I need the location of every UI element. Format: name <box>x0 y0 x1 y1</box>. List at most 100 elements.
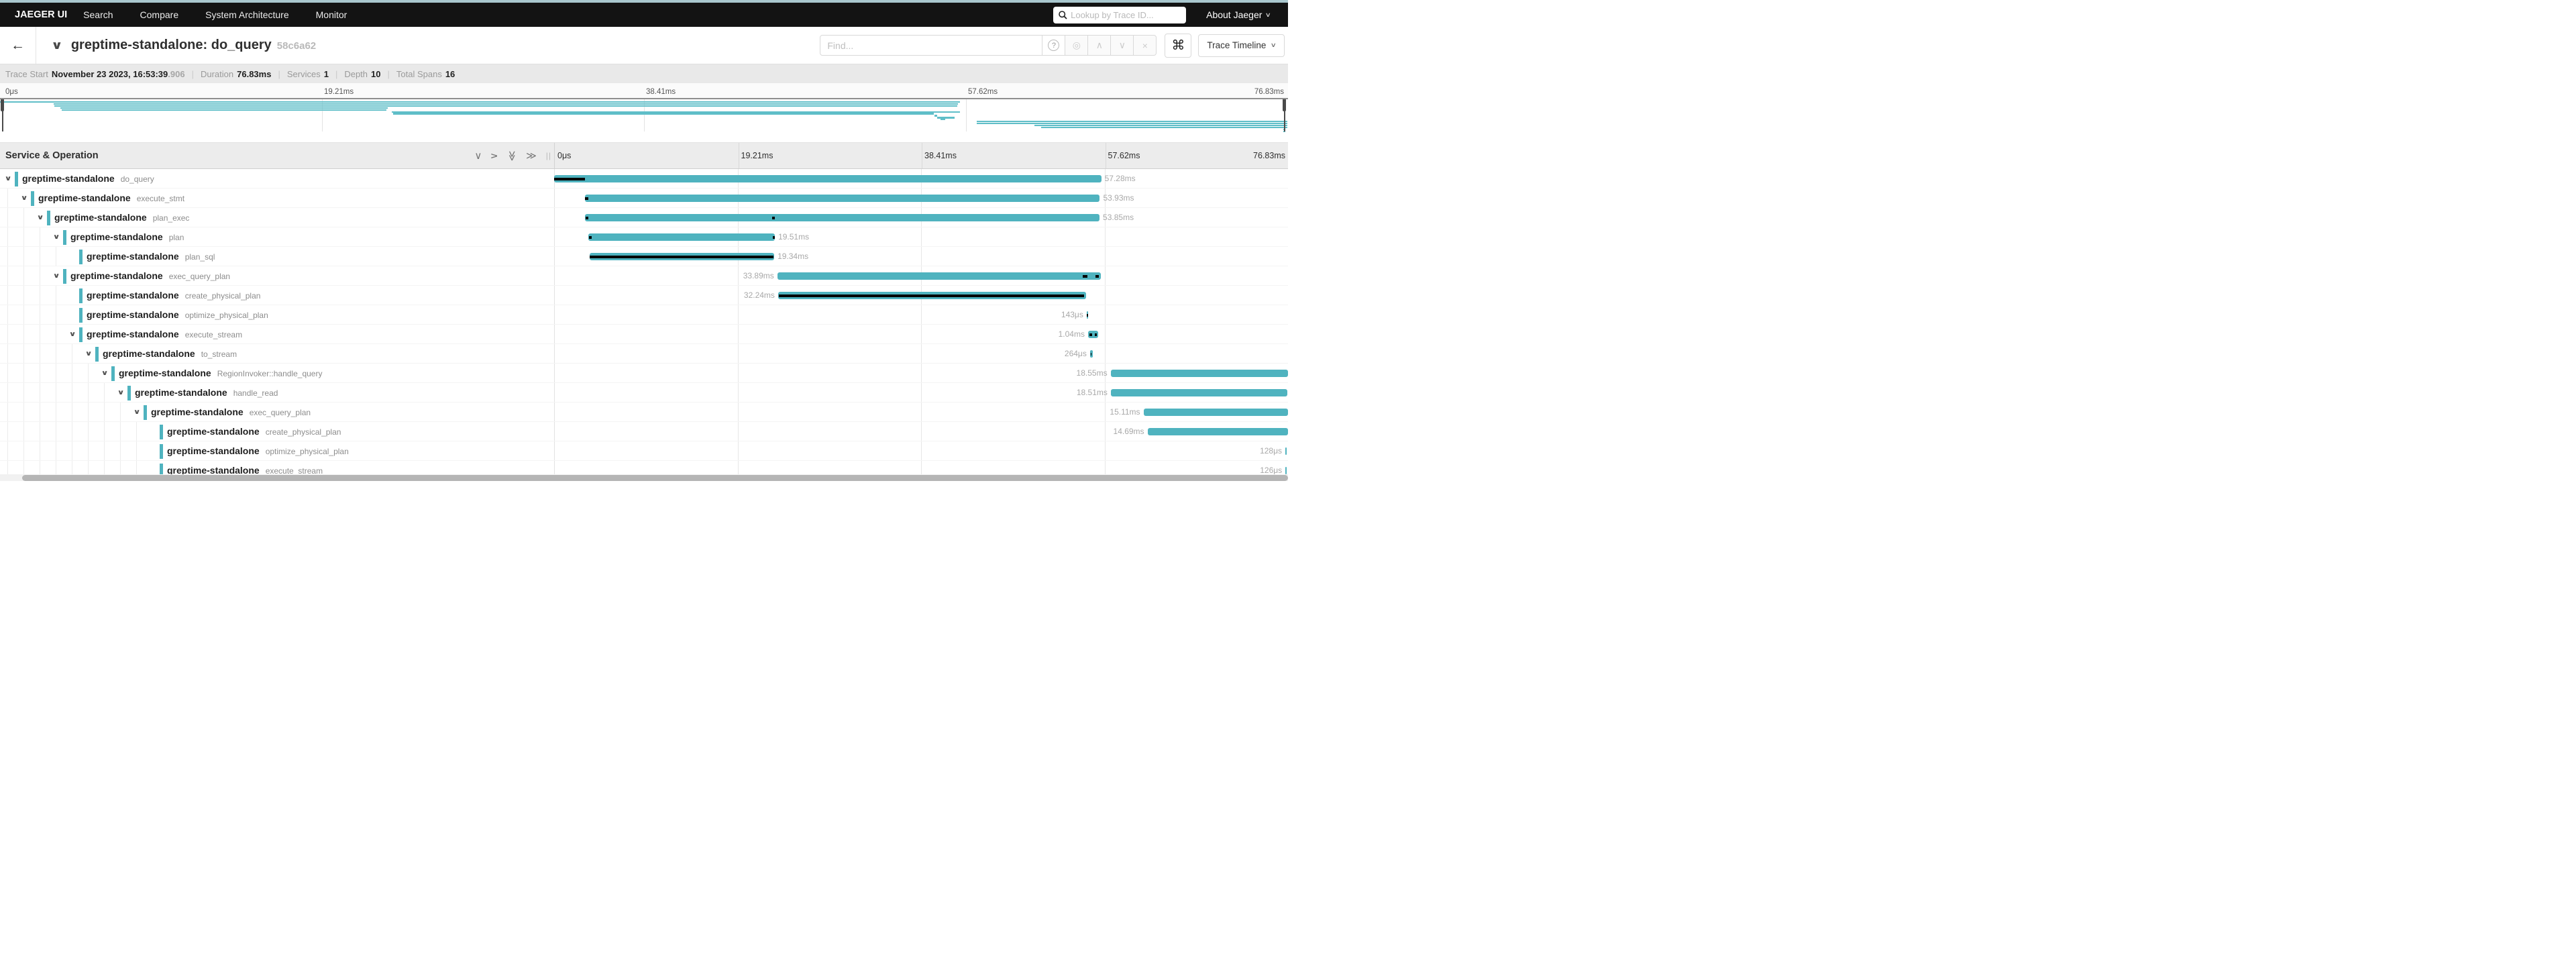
indent-guide <box>120 403 121 421</box>
indent-guide <box>88 422 89 441</box>
span-row[interactable]: greptime-standaloneexecute_stream126μs <box>0 461 1288 474</box>
indent-guide <box>104 403 105 421</box>
span-row[interactable]: ∨ greptime-standaloneRegionInvoker::handl… <box>0 364 1288 383</box>
service-color-bar <box>95 347 99 362</box>
collapse-one-icon[interactable]: ∨ <box>474 151 482 161</box>
span-row[interactable]: ∨greptime-standaloneplan_exec53.85ms <box>0 208 1288 227</box>
span-service-name[interactable]: greptime-standalonecreate_physical_plan <box>167 422 341 442</box>
span-row[interactable]: greptime-standaloneoptimize_physical_pla… <box>0 441 1288 461</box>
span-row[interactable]: ∨greptime-standalonedo_query57.28ms <box>0 169 1288 189</box>
span-service-name[interactable]: greptime-standaloneexecute_stream <box>87 325 242 345</box>
span-collapse-chevron-icon[interactable]: ∨ <box>37 208 44 227</box>
find-help-button[interactable]: ? <box>1042 35 1065 56</box>
span-service-name[interactable]: greptime-standaloneexec_query_plan <box>151 403 311 423</box>
span-collapse-chevron-icon[interactable]: ∨ <box>85 344 93 364</box>
span-collapse-chevron-icon[interactable]: ∨ <box>53 266 60 286</box>
span-row[interactable]: greptime-standalonecreate_physical_plan1… <box>0 422 1288 441</box>
about-jaeger-menu[interactable]: About Jaeger ∨ <box>1206 9 1271 20</box>
span-duration-bar[interactable] <box>1144 409 1288 416</box>
jaeger-logo[interactable]: JAEGER UI <box>0 9 83 20</box>
minimap-left-scrubber[interactable] <box>2 99 3 131</box>
span-service-name[interactable]: greptime-standaloneoptimize_physical_pla… <box>87 305 268 325</box>
span-service-name[interactable]: greptime-standalonehandle_read <box>135 383 278 403</box>
trace-lookup-input[interactable] <box>1071 10 1181 20</box>
find-focus-button[interactable]: ◎ <box>1065 35 1088 56</box>
span-duration-bar[interactable] <box>554 175 1102 182</box>
span-duration-bar[interactable] <box>1285 447 1287 455</box>
span-collapse-chevron-icon[interactable]: ∨ <box>101 364 109 383</box>
span-row[interactable]: ∨greptime-standaloneexec_query_plan33.89… <box>0 266 1288 286</box>
service-color-bar <box>63 269 66 284</box>
span-row[interactable]: ∨greptime-standaloneexecute_stream1.04ms <box>0 325 1288 344</box>
nav-link-compare[interactable]: Compare <box>140 9 179 20</box>
span-operation-name: handle_read <box>233 388 278 398</box>
span-service-name[interactable]: greptime-standaloneplan <box>70 227 184 248</box>
span-row[interactable]: greptime-standaloneoptimize_physical_pla… <box>0 305 1288 325</box>
span-operation-name: execute_stmt <box>137 194 184 203</box>
back-button[interactable]: ← <box>0 27 36 64</box>
span-duration-bar[interactable] <box>1148 428 1288 435</box>
trace-minimap[interactable] <box>0 98 1288 131</box>
find-prev-button[interactable]: ∧ <box>1088 35 1111 56</box>
span-collapse-chevron-icon[interactable]: ∨ <box>133 403 141 422</box>
span-row[interactable]: ∨greptime-standaloneplan19.51ms <box>0 227 1288 247</box>
collapse-all-icon[interactable]: ≫ <box>507 150 517 161</box>
span-collapse-chevron-icon[interactable]: ∨ <box>21 189 28 208</box>
span-service-name[interactable]: greptime-standaloneplan_sql <box>87 247 215 267</box>
critical-path-segment <box>779 295 1084 298</box>
indent-guide <box>88 364 89 382</box>
horizontal-scrollbar[interactable] <box>0 474 1288 481</box>
span-service-name[interactable]: greptime-standaloneRegionInvoker::handle… <box>119 364 322 384</box>
meta-separator: | <box>388 69 390 79</box>
minimap-left-scrubber-grip[interactable] <box>1 99 4 111</box>
span-service-name[interactable]: greptime-standaloneexecute_stream <box>167 461 323 474</box>
span-row[interactable]: ∨greptime-standalonehandle_read18.51ms <box>0 383 1288 403</box>
minimap-span-bar <box>937 117 955 118</box>
minimap-right-scrubber-grip[interactable] <box>1283 99 1286 111</box>
nav-link-system-architecture[interactable]: System Architecture <box>205 9 289 20</box>
span-duration-bar[interactable] <box>585 195 1100 202</box>
span-service-name[interactable]: greptime-standaloneoptimize_physical_pla… <box>167 441 349 462</box>
span-collapse-chevron-icon[interactable]: ∨ <box>5 169 12 189</box>
span-service-name[interactable]: greptime-standaloneexecute_stmt <box>38 189 184 209</box>
find-next-button[interactable]: ∨ <box>1111 35 1134 56</box>
nav-link-monitor[interactable]: Monitor <box>316 9 347 20</box>
span-duration-bar[interactable] <box>1111 370 1288 377</box>
span-service-name[interactable]: greptime-standaloneexec_query_plan <box>70 266 230 286</box>
expand-one-icon[interactable]: ∨ <box>489 152 499 160</box>
minimap-right-scrubber[interactable] <box>1284 99 1285 131</box>
span-service-name[interactable]: greptime-standalonecreate_physical_plan <box>87 286 260 306</box>
meta-value: November 23 2023, 16:53:39 <box>52 69 168 79</box>
span-row[interactable]: greptime-standaloneplan_sql19.34ms <box>0 247 1288 266</box>
top-navbar: JAEGER UI Search Compare System Architec… <box>0 3 1288 27</box>
nav-link-search[interactable]: Search <box>83 9 113 20</box>
span-collapse-chevron-icon[interactable]: ∨ <box>117 383 125 403</box>
span-row[interactable]: ∨greptime-standaloneto_stream264μs <box>0 344 1288 364</box>
trace-lookup-box[interactable] <box>1053 7 1186 23</box>
find-input[interactable] <box>820 35 1042 56</box>
span-row[interactable]: greptime-standalonecreate_physical_plan3… <box>0 286 1288 305</box>
span-duration-bar[interactable] <box>777 272 1102 280</box>
column-resize-grip[interactable]: || <box>546 151 551 160</box>
span-service-name[interactable]: greptime-standalonedo_query <box>22 169 154 189</box>
span-duration-label: 15.11ms <box>1110 403 1140 422</box>
span-collapse-chevron-icon[interactable]: ∨ <box>53 227 60 247</box>
keyboard-shortcuts-button[interactable]: ⌘ <box>1165 34 1191 58</box>
span-service-name[interactable]: greptime-standaloneplan_exec <box>54 208 189 228</box>
span-duration-bar[interactable] <box>588 233 775 241</box>
span-duration-bar[interactable] <box>1285 467 1287 474</box>
trace-view-selector[interactable]: Trace Timeline ∨ <box>1198 34 1285 57</box>
scrollbar-thumb[interactable] <box>22 475 1288 481</box>
span-row[interactable]: ∨greptime-standaloneexecute_stmt53.93ms <box>0 189 1288 208</box>
expand-all-icon[interactable]: ≫ <box>526 151 537 161</box>
meta-label: Duration <box>201 69 233 79</box>
minimap-span-bar <box>941 119 945 120</box>
span-service-name[interactable]: greptime-standaloneto_stream <box>103 344 237 364</box>
span-duration-bar[interactable] <box>1111 389 1288 396</box>
indent-guide <box>88 383 89 402</box>
collapse-trace-detail-chevron[interactable]: ∨ <box>51 39 63 52</box>
span-collapse-chevron-icon[interactable]: ∨ <box>69 325 76 344</box>
span-row[interactable]: ∨ greptime-standaloneexec_query_plan 15.11… <box>0 403 1288 422</box>
span-duration-bar[interactable] <box>585 214 1099 221</box>
find-clear-button[interactable]: × <box>1134 35 1157 56</box>
